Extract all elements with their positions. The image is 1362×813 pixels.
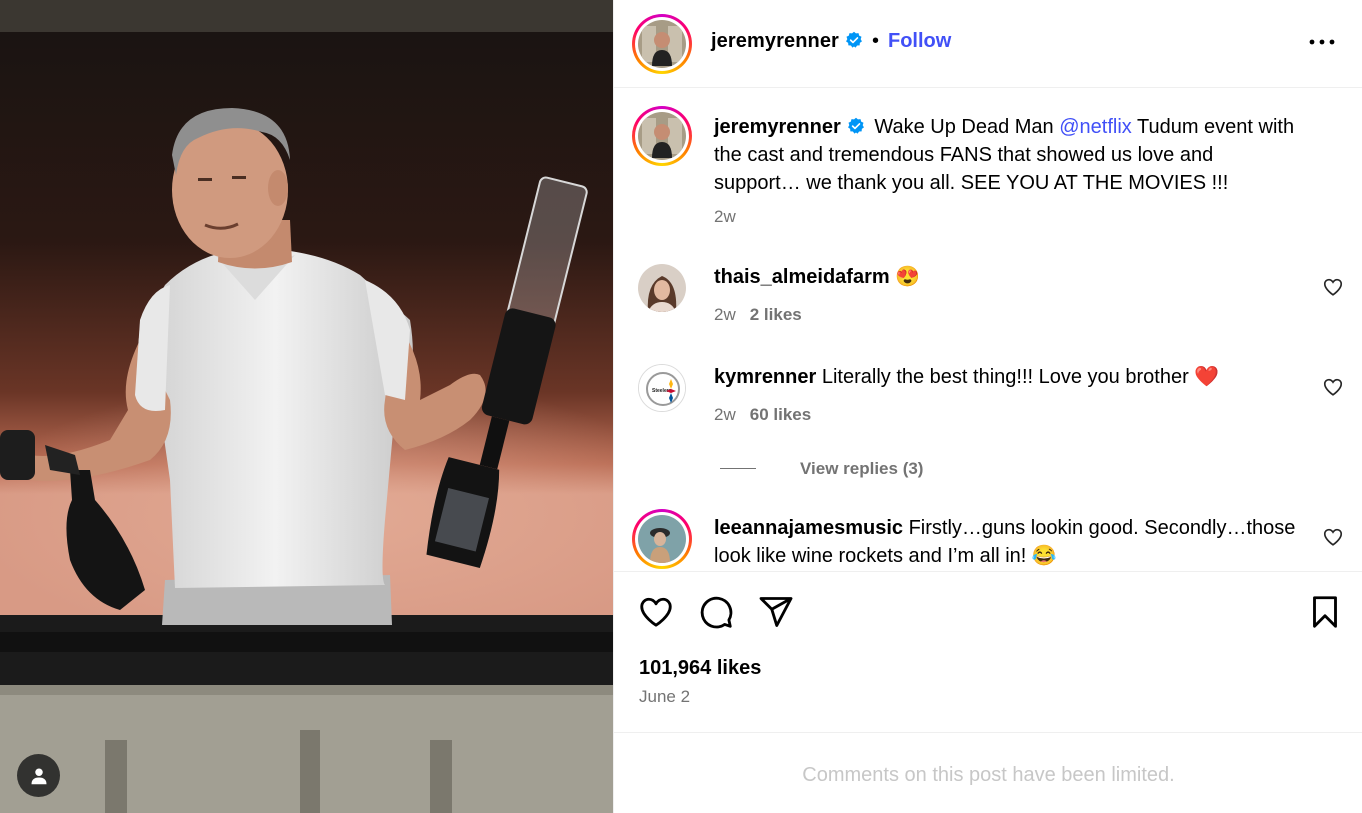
heart-icon[interactable] bbox=[638, 594, 674, 630]
comment-like-heart-icon[interactable] bbox=[1322, 526, 1344, 548]
comment-age[interactable]: 2w bbox=[714, 305, 736, 324]
post-actions: 101,964 likes June 2 bbox=[614, 571, 1362, 733]
more-options-icon[interactable] bbox=[1307, 34, 1337, 50]
author-username[interactable]: jeremyrenner bbox=[711, 30, 863, 53]
comments-list[interactable]: jeremyrenner Wake Up Dead Man @netflix T… bbox=[614, 89, 1362, 571]
comments-limited-notice: Comments on this post have been limited. bbox=[802, 764, 1175, 786]
tagged-users-button[interactable] bbox=[17, 754, 60, 797]
author-avatar-image bbox=[638, 20, 686, 68]
view-replies-button[interactable]: View replies (3) bbox=[720, 459, 923, 479]
comment-text: leeannajamesmusic Firstly…guns lookin go… bbox=[714, 514, 1295, 570]
post-photo[interactable] bbox=[0, 0, 613, 813]
post-header: jeremyrenner • Follow bbox=[614, 0, 1362, 88]
comment-age[interactable]: 2w bbox=[714, 405, 736, 424]
author-avatar[interactable] bbox=[632, 14, 692, 74]
caption-author-avatar-image bbox=[638, 112, 686, 160]
caption-age[interactable]: 2w bbox=[714, 207, 736, 227]
likes-count[interactable]: 101,964 likes bbox=[639, 657, 761, 680]
steelers-logo-avatar: Steelers bbox=[639, 365, 685, 411]
comment-text: kymrenner Literally the best thing!!! Lo… bbox=[714, 363, 1219, 391]
comment-username[interactable]: kymrenner bbox=[714, 366, 816, 388]
post-details-panel: jeremyrenner • Follow jeremyrenner Wake … bbox=[613, 0, 1362, 813]
caption-line-3: support… we thank you all. SEE YOU AT TH… bbox=[714, 172, 1229, 194]
commenter-avatar-image bbox=[638, 515, 686, 563]
share-icon[interactable] bbox=[758, 594, 794, 630]
caption-text: jeremyrenner Wake Up Dead Man @netflix T… bbox=[714, 113, 1294, 197]
comment-body: Literally the best thing!!! Love you bro… bbox=[821, 366, 1189, 388]
header-separator: • bbox=[872, 30, 880, 52]
commenter-avatar[interactable] bbox=[632, 509, 692, 569]
caption-mention-link[interactable]: @netflix bbox=[1059, 116, 1132, 138]
comment-meta: 2w 60 likes bbox=[714, 405, 811, 425]
commenter-avatar[interactable]: Steelers bbox=[638, 364, 686, 412]
comment-emoji: 😂 bbox=[1031, 545, 1057, 567]
comment-emoji: ❤️ bbox=[1194, 366, 1220, 388]
commenter-avatar-image bbox=[638, 264, 686, 312]
follow-button[interactable]: Follow bbox=[888, 30, 951, 53]
comment-meta: 2w 2 likes bbox=[714, 305, 802, 325]
replies-divider-line bbox=[720, 468, 756, 469]
view-replies-label[interactable]: View replies (3) bbox=[800, 459, 923, 478]
author-username-text[interactable]: jeremyrenner bbox=[711, 30, 839, 52]
comment-likes[interactable]: 60 likes bbox=[750, 405, 811, 424]
comment-username[interactable]: thais_almeidafarm bbox=[714, 266, 890, 288]
caption-body-rest: Tudum event with bbox=[1131, 116, 1295, 138]
commenter-avatar[interactable] bbox=[638, 264, 686, 312]
caption-line-2: the cast and tremendous FANS that showed… bbox=[714, 144, 1214, 166]
comment-body-line-2: look like wine rockets and I’m all in! bbox=[714, 545, 1027, 567]
comment-emoji: 😍 bbox=[895, 266, 921, 288]
comment-icon[interactable] bbox=[698, 594, 734, 630]
comment-text: thais_almeidafarm 😍 bbox=[714, 263, 920, 291]
verified-badge-icon bbox=[847, 117, 864, 134]
caption-author-avatar[interactable] bbox=[632, 106, 692, 166]
verified-badge-icon bbox=[846, 31, 862, 48]
post-date[interactable]: June 2 bbox=[639, 687, 690, 707]
comment-body-line-1: Firstly…guns lookin good. Secondly…those bbox=[908, 517, 1296, 539]
comment-likes[interactable]: 2 likes bbox=[750, 305, 802, 324]
caption-username[interactable]: jeremyrenner bbox=[714, 116, 841, 138]
bookmark-icon[interactable] bbox=[1307, 594, 1343, 630]
comment-like-heart-icon[interactable] bbox=[1322, 376, 1344, 398]
post-photo-illustration bbox=[0, 0, 613, 813]
caption-body-start: Wake Up Dead Man bbox=[874, 116, 1060, 138]
comment-like-heart-icon[interactable] bbox=[1322, 276, 1344, 298]
user-tag-icon bbox=[31, 768, 46, 784]
comment-username[interactable]: leeannajamesmusic bbox=[714, 517, 903, 539]
